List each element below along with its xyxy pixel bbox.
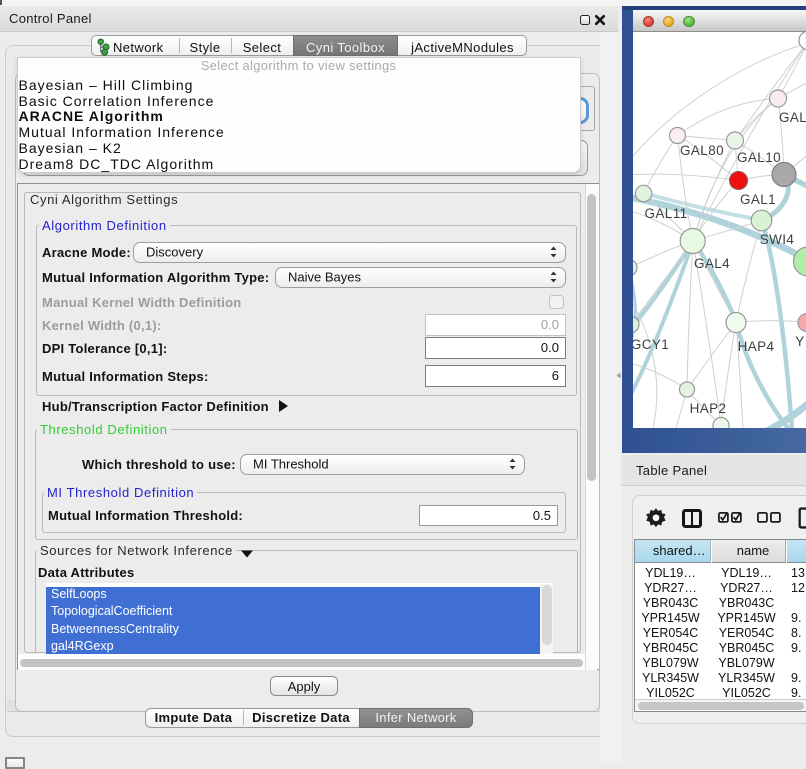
svg-text:GCY1: GCY1 <box>633 337 669 352</box>
svg-text:GAL7: GAL7 <box>779 110 806 125</box>
svg-text:SWI4: SWI4 <box>760 232 795 247</box>
svg-text:GAL80: GAL80 <box>680 143 724 158</box>
svg-text:Y: Y <box>795 334 804 349</box>
svg-text:HAP2: HAP2 <box>690 401 727 416</box>
svg-text:GAL1: GAL1 <box>740 192 776 207</box>
svg-text:GAL11: GAL11 <box>644 206 687 221</box>
svg-text:GAL4: GAL4 <box>694 256 730 271</box>
svg-text:GAL10: GAL10 <box>737 150 781 165</box>
svg-text:HAP4: HAP4 <box>738 339 775 354</box>
